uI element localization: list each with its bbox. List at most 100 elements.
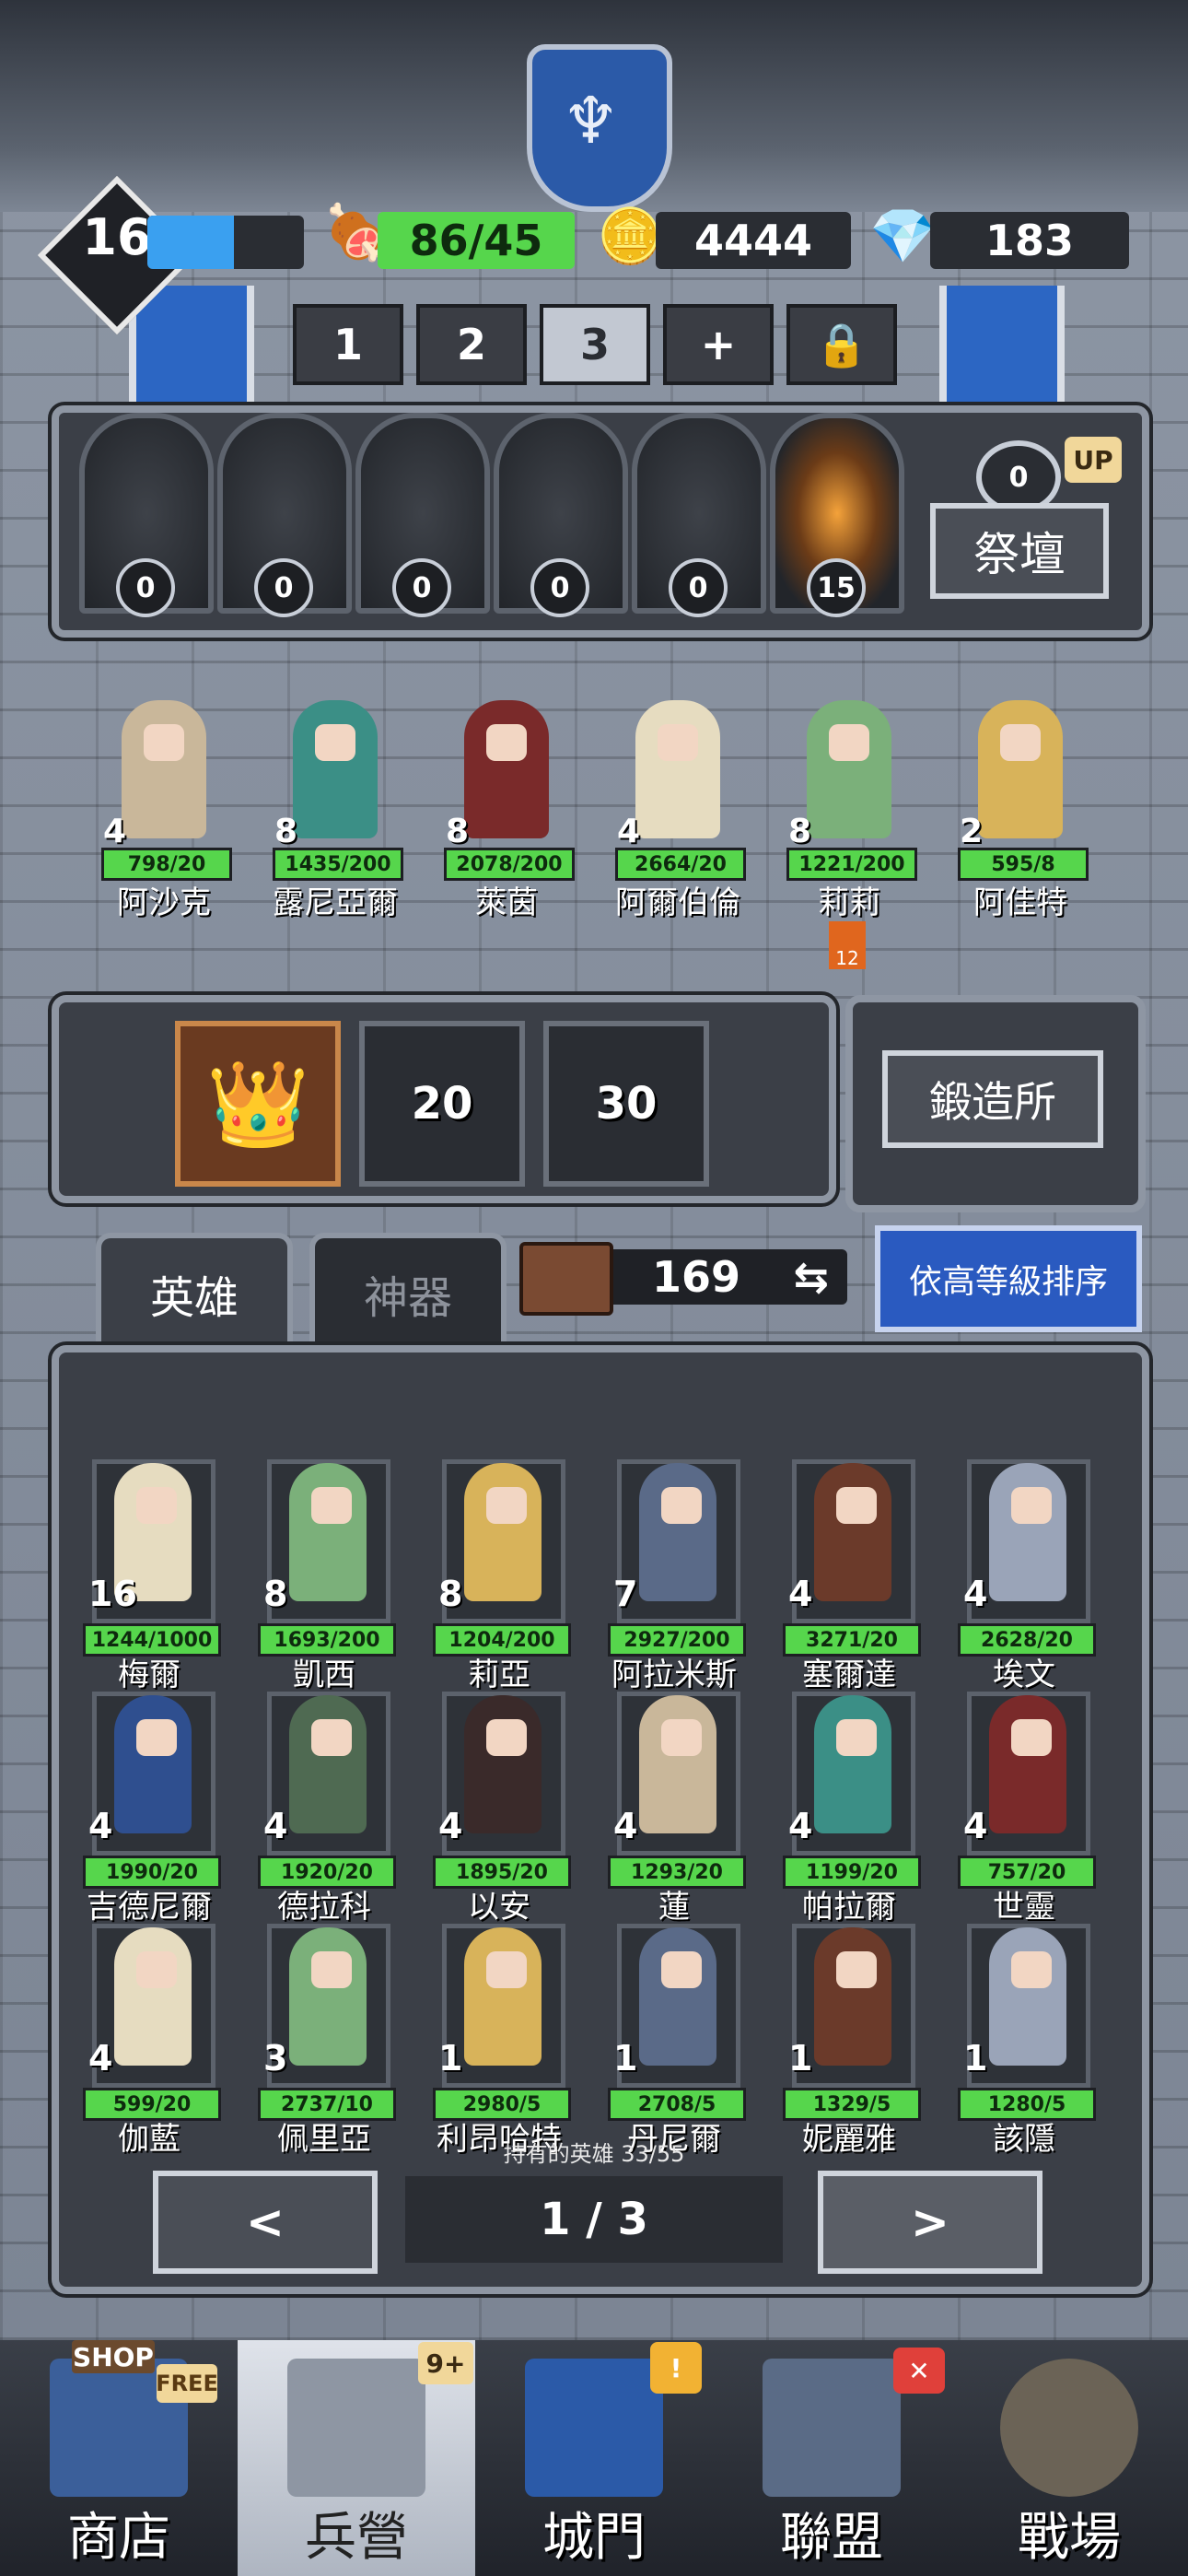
alliance-hall-icon	[763, 2359, 901, 2497]
hero-card[interactable]: 1 2980/5 利昂哈特	[424, 1924, 575, 2158]
free-badge: FREE	[156, 2364, 218, 2403]
hero-sprite	[639, 1463, 716, 1601]
hero-name: 莉莉	[818, 884, 880, 921]
hero-star-level: 4	[88, 1806, 113, 1846]
hero-sprite	[464, 1463, 542, 1601]
book-icon	[519, 1242, 613, 1316]
nav-gate[interactable]: ! 城門	[475, 2340, 713, 2576]
gold-counter[interactable]: 4444	[656, 212, 851, 269]
hero-face	[486, 1719, 527, 1756]
forge-button[interactable]: 鍛造所	[882, 1050, 1103, 1148]
prev-page-button[interactable]: <	[153, 2171, 378, 2274]
hero-star-level: 8	[446, 813, 470, 850]
next-page-button[interactable]: >	[818, 2171, 1042, 2274]
hero-hp-bar: 1435/200	[273, 848, 403, 881]
hero-card[interactable]: 4 1920/20 德拉科	[249, 1692, 400, 1926]
hero-name: 莉亞	[468, 1657, 530, 1693]
formation-hero[interactable]: 8 2078/200 萊茵	[438, 682, 575, 923]
hero-card[interactable]: 4 599/20 伽藍	[74, 1924, 225, 2158]
hero-face	[311, 1719, 352, 1756]
upgrade-badge[interactable]: UP	[1065, 437, 1122, 483]
altar-button[interactable]: 祭壇	[930, 503, 1109, 599]
nav-label: 商店	[67, 2508, 170, 2568]
hero-card[interactable]: 4 2628/20 埃文	[949, 1459, 1100, 1693]
team-tab-2[interactable]: 2	[416, 304, 527, 385]
hero-face	[836, 1951, 877, 1988]
team-tab-add[interactable]: +	[663, 304, 774, 385]
hero-card[interactable]: 7 2927/200 阿拉米斯	[599, 1459, 750, 1693]
altar-slot-count: 0	[254, 558, 313, 617]
hero-hp-bar: 2078/200	[444, 848, 575, 881]
hero-face	[311, 1951, 352, 1988]
hero-name: 蓮	[658, 1889, 690, 1926]
hero-star-level: 4	[963, 1574, 988, 1614]
hero-star-level: 16	[88, 1574, 137, 1614]
hero-face	[486, 1951, 527, 1988]
hero-card[interactable]: 4 3271/20 塞爾達	[774, 1459, 925, 1693]
hero-star-level: 7	[613, 1574, 638, 1614]
locked-equip-slot[interactable]: 20	[359, 1021, 525, 1187]
nav-battlefield[interactable]: 戰場	[950, 2340, 1188, 2576]
unlock-level: 20	[411, 1078, 473, 1130]
hero-card[interactable]: 8 1204/200 莉亞	[424, 1459, 575, 1693]
hero-face	[136, 1487, 177, 1524]
hero-star-level: 8	[438, 1574, 463, 1614]
altar-slot-count: 0	[669, 558, 728, 617]
notification-badge: 12	[829, 921, 866, 969]
nav-barracks[interactable]: 9+ 兵營	[238, 2340, 475, 2576]
hero-star-level: 4	[617, 813, 641, 850]
food-counter[interactable]: 86/45	[378, 212, 575, 269]
hero-card[interactable]: 16 1244/1000 梅爾	[74, 1459, 225, 1693]
hero-hp-bar: 798/20	[101, 848, 232, 881]
hero-face	[1000, 724, 1041, 761]
tab-artifacts[interactable]: 神器	[309, 1233, 507, 1349]
hero-face	[144, 724, 184, 761]
hero-face	[136, 1951, 177, 1988]
hero-card[interactable]: 1 1280/5 該隱	[949, 1924, 1100, 2158]
hero-card[interactable]: 4 1895/20 以安	[424, 1692, 575, 1926]
altar-slot-count: 0	[116, 558, 175, 617]
barracks-tower-icon	[287, 2359, 425, 2497]
hero-star-level: 4	[438, 1806, 463, 1846]
hero-face	[836, 1719, 877, 1756]
formation-hero[interactable]: 8 1221/200 莉莉	[781, 682, 917, 923]
hero-card[interactable]: 1 1329/5 妮麗雅	[774, 1924, 925, 2158]
sort-button[interactable]: 依高等級排序	[875, 1225, 1142, 1332]
locked-equip-slot[interactable]: 30	[543, 1021, 709, 1187]
hero-sprite	[639, 1695, 716, 1833]
hero-face	[661, 1719, 702, 1756]
hero-card[interactable]: 4 1990/20 吉德尼爾	[74, 1692, 225, 1926]
hero-name: 露尼亞爾	[273, 884, 398, 921]
team-tab-1[interactable]: 1	[293, 304, 403, 385]
hero-name: 世靈	[993, 1889, 1055, 1926]
hero-face	[836, 1487, 877, 1524]
formation-hero[interactable]: 4 2664/20 阿爾伯倫	[610, 682, 746, 923]
crown-equip-slot[interactable]: 👑	[175, 1021, 341, 1187]
hero-card[interactable]: 1 2708/5 丹尼爾	[599, 1924, 750, 2158]
hero-star-level: 4	[103, 813, 127, 850]
hero-card[interactable]: 3 2737/10 佩里亞	[249, 1924, 400, 2158]
nav-alliance[interactable]: ✕ 聯盟	[713, 2340, 950, 2576]
formation-hero[interactable]: 8 1435/200 露尼亞爾	[267, 682, 403, 923]
team-tab-locked[interactable]: 🔒	[786, 304, 897, 385]
hero-sprite	[289, 1927, 367, 2066]
hero-sprite	[639, 1927, 716, 2066]
formation-hero[interactable]: 4 798/20 阿沙克	[96, 682, 232, 923]
hero-sprite	[635, 700, 720, 838]
tab-heroes[interactable]: 英雄	[96, 1233, 293, 1349]
hero-star-level: 2	[960, 813, 984, 850]
hero-card[interactable]: 4 757/20 世靈	[949, 1692, 1100, 1926]
hero-card[interactable]: 4 1199/20 帕拉爾	[774, 1692, 925, 1926]
gem-counter[interactable]: 183	[930, 212, 1129, 269]
hero-name: 塞爾達	[802, 1657, 896, 1693]
hero-sprite	[978, 700, 1063, 838]
team-tab-3[interactable]: 3	[540, 304, 650, 385]
hero-card[interactable]: 8 1693/200 凱西	[249, 1459, 400, 1693]
hero-face	[315, 724, 355, 761]
hero-card[interactable]: 4 1293/20 蓮	[599, 1692, 750, 1926]
xp-fill	[147, 216, 234, 269]
hero-star-level: 1	[438, 2038, 463, 2078]
nav-shop[interactable]: SHOP FREE 商店	[0, 2340, 238, 2576]
formation-hero[interactable]: 2 595/8 阿佳特	[952, 682, 1089, 923]
hero-star-level: 8	[788, 813, 812, 850]
